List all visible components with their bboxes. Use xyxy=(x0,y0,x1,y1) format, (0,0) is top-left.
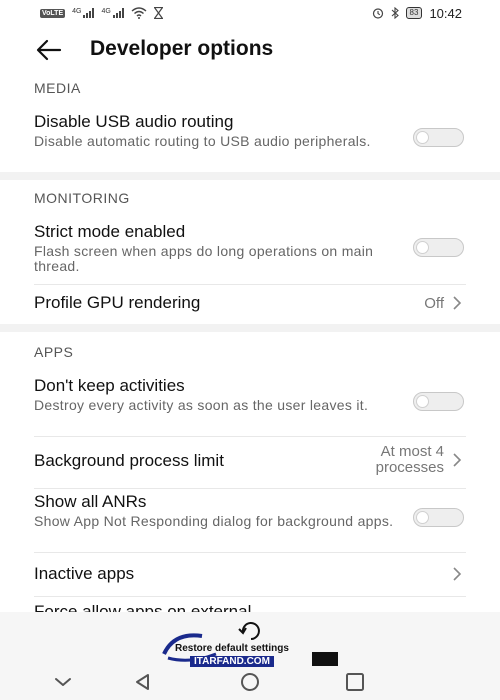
hourglass-icon xyxy=(153,7,163,19)
chevron-right-icon xyxy=(453,296,462,310)
row-disable-usb-audio[interactable]: Disable USB audio routing Disable automa… xyxy=(0,108,500,170)
row-description: Disable automatic routing to USB audio p… xyxy=(34,133,371,149)
status-right: 83 10:42 xyxy=(372,6,462,21)
home-circle-icon[interactable] xyxy=(239,672,261,692)
section-header-apps: APPS xyxy=(34,344,74,360)
signal-icon: 4G xyxy=(72,8,95,18)
chevron-right-icon xyxy=(453,453,462,467)
row-show-all-anrs[interactable]: Show all ANRs Show App Not Responding di… xyxy=(0,490,500,552)
divider xyxy=(34,488,466,489)
section-header-monitoring: MONITORING xyxy=(34,190,130,206)
toggle-knob xyxy=(416,394,429,408)
back-arrow-icon[interactable] xyxy=(34,38,64,62)
row-inactive-apps[interactable]: Inactive apps xyxy=(0,554,500,594)
row-title: Strict mode enabled xyxy=(34,222,186,241)
row-description: Show App Not Responding dialog for backg… xyxy=(34,513,394,529)
battery-icon: 83 xyxy=(405,7,423,19)
background-limit-value: At most 4 processes xyxy=(375,443,444,476)
watermark-logo: Restore default settings ITARFAND.COM xyxy=(160,620,350,670)
row-background-process-limit[interactable]: Background process limit At most 4 proce… xyxy=(0,438,500,484)
recents-square-icon[interactable] xyxy=(344,672,366,692)
row-description: Destroy every activity as soon as the us… xyxy=(34,397,369,413)
row-profile-gpu-rendering[interactable]: Profile GPU rendering Off xyxy=(0,286,500,320)
divider xyxy=(34,436,466,437)
show-all-anrs-toggle[interactable] xyxy=(413,508,464,527)
status-left: VoLTE 4G 4G xyxy=(40,7,163,19)
row-title: Show all ANRs xyxy=(34,492,147,511)
section-header-media: MEDIA xyxy=(34,80,81,96)
toggle-knob xyxy=(416,130,429,144)
toggle-knob xyxy=(416,240,429,254)
gpu-rendering-value: Off xyxy=(424,295,444,312)
signal-icon-2: 4G xyxy=(101,8,124,18)
wifi-icon xyxy=(131,7,147,19)
back-triangle-icon[interactable] xyxy=(132,672,154,692)
section-divider xyxy=(0,324,500,332)
row-title: Don't keep activities xyxy=(34,376,185,395)
alarm-icon xyxy=(372,8,383,19)
app-bar: Developer options xyxy=(0,28,500,72)
clock: 10:42 xyxy=(429,5,462,21)
volte-badge: VoLTE xyxy=(40,8,66,18)
watermark-restore-text: Restore default settings xyxy=(175,643,289,654)
divider xyxy=(34,284,466,285)
chevron-down-icon[interactable] xyxy=(52,672,74,692)
row-description: Flash screen when apps do long operation… xyxy=(34,243,374,274)
toggle-knob xyxy=(416,510,429,524)
row-title: Inactive apps xyxy=(34,564,135,583)
status-bar: VoLTE 4G 4G 83 10:42 xyxy=(0,0,500,26)
page-title: Developer options xyxy=(90,37,274,60)
row-title: Profile GPU rendering xyxy=(34,293,201,312)
divider xyxy=(34,552,466,553)
refresh-icon xyxy=(238,622,260,640)
row-title: Disable USB audio routing xyxy=(34,112,234,131)
dont-keep-activities-toggle[interactable] xyxy=(413,392,464,411)
usb-audio-toggle[interactable] xyxy=(413,128,464,147)
row-dont-keep-activities[interactable]: Don't keep activities Destroy every acti… xyxy=(0,372,500,434)
strict-mode-toggle[interactable] xyxy=(413,238,464,257)
navigation-bar xyxy=(0,664,500,700)
row-strict-mode[interactable]: Strict mode enabled Flash screen when ap… xyxy=(0,218,500,280)
section-divider xyxy=(0,172,500,180)
chevron-right-icon xyxy=(453,567,462,581)
divider xyxy=(34,596,466,597)
row-title: Background process limit xyxy=(34,451,224,470)
bluetooth-icon xyxy=(391,7,399,19)
